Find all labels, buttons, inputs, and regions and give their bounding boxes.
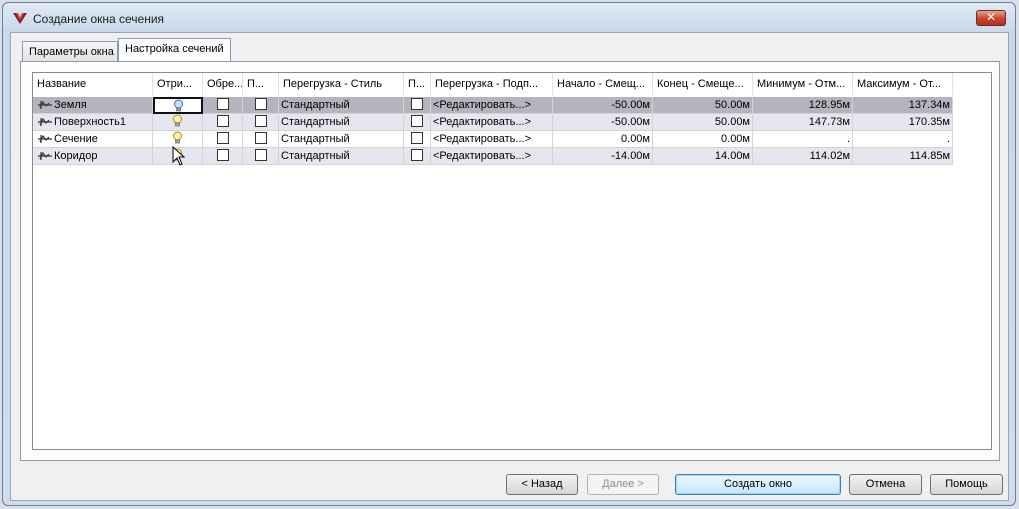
clip-checkbox[interactable] [216, 132, 229, 145]
cell-visibility[interactable] [153, 114, 203, 131]
section-line-icon [38, 117, 52, 127]
title-bar[interactable]: Создание окна сечения ✕ [3, 3, 1015, 33]
col-header-visibility[interactable]: Отри... [153, 73, 203, 95]
cell-style[interactable]: Стандартный [279, 97, 404, 114]
cell-end-offset[interactable]: 0.00м [653, 131, 753, 148]
cell-start-offset[interactable]: 0.00м [553, 131, 653, 148]
cell-p1[interactable] [243, 114, 279, 131]
window-title: Создание окна сечения [33, 12, 165, 26]
cell-min-elevation[interactable]: 128.95м [753, 97, 853, 114]
cell-p1[interactable] [243, 97, 279, 114]
row-name: Поверхность1 [54, 116, 126, 128]
cell-style[interactable]: Стандартный [279, 148, 404, 165]
col-header-min-elevation[interactable]: Минимум - Отм... [753, 73, 853, 95]
dialog-window: Создание окна сечения ✕ Параметры окна Н… [2, 2, 1016, 506]
cancel-button[interactable]: Отмена [849, 474, 922, 495]
cell-p1[interactable] [243, 148, 279, 165]
style-override-checkbox[interactable] [254, 98, 267, 111]
dialog-client-area: Параметры окна Настройка сечений Названи… [10, 32, 1009, 501]
mouse-cursor-icon [172, 146, 186, 166]
style-override-checkbox[interactable] [254, 132, 267, 145]
cell-end-offset[interactable]: 50.00м [653, 97, 753, 114]
close-icon: ✕ [985, 10, 997, 24]
label-override-checkbox[interactable] [411, 115, 423, 128]
cell-label-set[interactable]: <Редактировать...> [431, 114, 553, 131]
tab-window-parameters[interactable]: Параметры окна [22, 41, 118, 61]
cell-start-offset[interactable]: -14.00м [553, 148, 653, 165]
col-header-p1[interactable]: П... [243, 73, 279, 95]
cell-clip[interactable] [203, 131, 243, 148]
cell-max-elevation[interactable]: . [853, 131, 953, 148]
clip-checkbox[interactable] [216, 115, 229, 128]
cell-visibility[interactable] [153, 97, 203, 114]
app-logo-icon [13, 13, 27, 24]
cell-max-elevation[interactable]: 170.35м [853, 114, 953, 131]
col-header-start-offset[interactable]: Начало - Смещ... [553, 73, 653, 95]
cell-name[interactable]: Коридор [33, 148, 153, 165]
clip-checkbox[interactable] [216, 149, 229, 162]
cell-max-elevation[interactable]: 114.85м [853, 148, 953, 165]
cell-start-offset[interactable]: -50.00м [553, 97, 653, 114]
col-header-name[interactable]: Название [33, 73, 153, 95]
label-override-checkbox[interactable] [411, 132, 423, 145]
cell-clip[interactable] [203, 148, 243, 165]
cell-p2[interactable] [404, 131, 431, 148]
col-header-p2[interactable]: П... [404, 73, 431, 95]
cell-p1[interactable] [243, 131, 279, 148]
tab-panel: Название Отри... Обре... П... Перегрузка… [20, 61, 1000, 461]
cell-max-elevation[interactable]: 137.34м [853, 97, 953, 114]
col-header-label-override[interactable]: Перегрузка - Подп... [431, 73, 553, 95]
style-override-checkbox[interactable] [254, 149, 267, 162]
col-header-max-elevation[interactable]: Максимум - От... [853, 73, 953, 95]
cell-min-elevation[interactable]: . [753, 131, 853, 148]
cell-label-set[interactable]: <Редактировать...> [431, 97, 553, 114]
cell-p2[interactable] [404, 148, 431, 165]
col-header-clip[interactable]: Обре... [203, 73, 243, 95]
next-button[interactable]: Далее > [587, 474, 659, 495]
cell-end-offset[interactable]: 50.00м [653, 114, 753, 131]
lightbulb-icon[interactable] [172, 114, 183, 128]
cell-label-set[interactable]: <Редактировать...> [431, 148, 553, 165]
cell-name[interactable]: Сечение [33, 131, 153, 148]
sections-grid: Название Отри... Обре... П... Перегрузка… [32, 72, 992, 450]
cell-end-offset[interactable]: 14.00м [653, 148, 753, 165]
row-name: Коридор [54, 150, 98, 162]
back-button[interactable]: < Назад [506, 474, 578, 495]
label-override-checkbox[interactable] [411, 98, 423, 111]
clip-checkbox[interactable] [216, 98, 229, 111]
cell-clip[interactable] [203, 114, 243, 131]
cell-p2[interactable] [404, 97, 431, 114]
section-line-icon [38, 100, 52, 110]
cell-style[interactable]: Стандартный [279, 131, 404, 148]
cell-min-elevation[interactable]: 147.73м [753, 114, 853, 131]
create-window-button[interactable]: Создать окно [675, 474, 841, 495]
help-button[interactable]: Помощь [930, 474, 1003, 495]
cell-name[interactable]: Поверхность1 [33, 114, 153, 131]
col-header-style-override[interactable]: Перегрузка - Стиль [279, 73, 404, 95]
row-name: Земля [54, 99, 87, 111]
cell-clip[interactable] [203, 97, 243, 114]
section-line-icon [38, 134, 52, 144]
close-button[interactable]: ✕ [976, 10, 1006, 26]
cell-name[interactable]: Земля [33, 97, 153, 114]
lightbulb-icon[interactable] [173, 99, 184, 113]
cell-label-set[interactable]: <Редактировать...> [431, 131, 553, 148]
cell-start-offset[interactable]: -50.00м [553, 114, 653, 131]
cell-min-elevation[interactable]: 114.02м [753, 148, 853, 165]
lightbulb-icon[interactable] [172, 131, 183, 145]
label-override-checkbox[interactable] [411, 149, 423, 162]
cell-style[interactable]: Стандартный [279, 114, 404, 131]
section-line-icon [38, 151, 52, 161]
col-header-end-offset[interactable]: Конец - Смеще... [653, 73, 753, 95]
style-override-checkbox[interactable] [254, 115, 267, 128]
tab-section-settings[interactable]: Настройка сечений [118, 38, 231, 61]
row-name: Сечение [54, 133, 98, 145]
cell-p2[interactable] [404, 114, 431, 131]
